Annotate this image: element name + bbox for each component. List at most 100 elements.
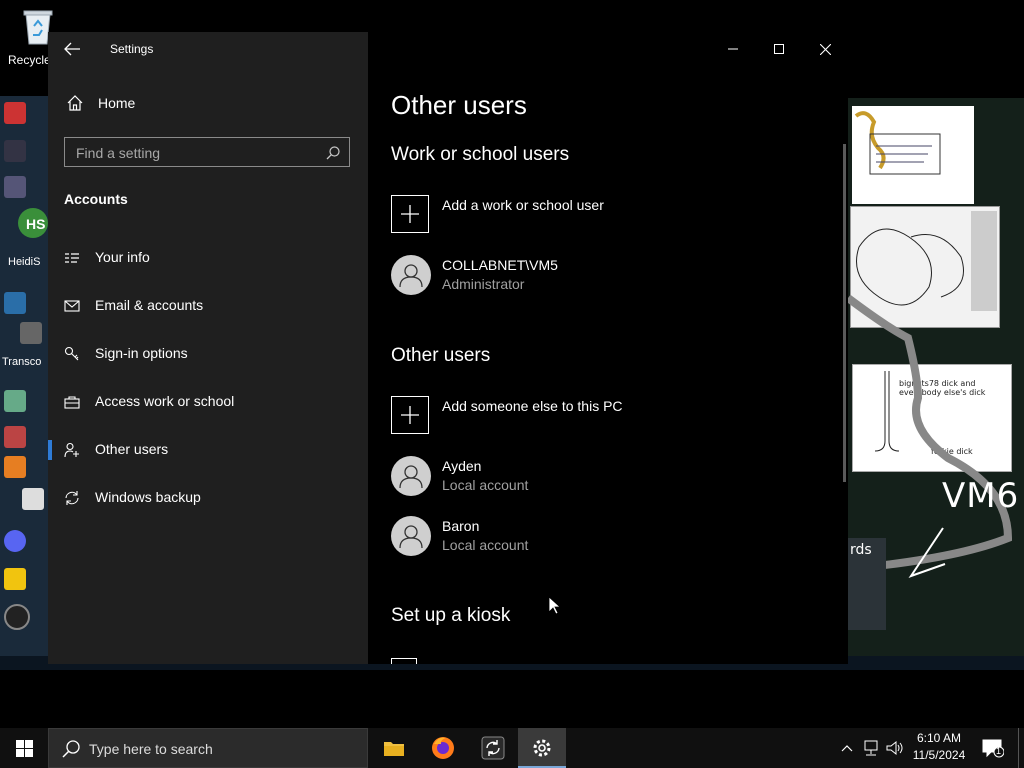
title-bar: Settings bbox=[48, 32, 368, 66]
sync-app-button[interactable] bbox=[469, 728, 517, 768]
clock-date: 11/5/2024 bbox=[912, 748, 966, 762]
person-icon bbox=[399, 525, 423, 549]
user-avatar bbox=[391, 255, 431, 295]
add-someone-label: Add someone else to this PC bbox=[442, 398, 623, 414]
nested-vm-desktop-left: HS HeidiS Transco bbox=[0, 96, 48, 668]
person-icon bbox=[399, 465, 423, 489]
user-avatar bbox=[391, 516, 431, 556]
add-box bbox=[391, 396, 429, 434]
accounts-nav: Your info Email & accounts Sign-in optio… bbox=[48, 234, 368, 522]
app-icon bbox=[4, 456, 26, 478]
search-icon bbox=[62, 740, 80, 758]
network-button[interactable] bbox=[860, 728, 882, 768]
contact-card-icon bbox=[65, 253, 79, 263]
settings-sidebar: Settings Home Find a setting Accounts Yo… bbox=[48, 32, 368, 664]
nav-sign-in-options[interactable]: Sign-in options bbox=[48, 330, 368, 378]
nav-email-accounts[interactable]: Email & accounts bbox=[48, 282, 368, 330]
windows-logo-icon bbox=[15, 739, 33, 757]
taskbar-clock[interactable]: 6:10 AM 11/5/2024 bbox=[904, 730, 974, 764]
taskbar-search-box[interactable]: Type here to search bbox=[48, 728, 368, 768]
close-button[interactable] bbox=[802, 32, 848, 66]
user-name: Baron bbox=[442, 518, 480, 534]
nav-label: Windows backup bbox=[95, 489, 201, 505]
nav-label: Sign-in options bbox=[95, 345, 188, 361]
vm-label: HeidiS bbox=[8, 256, 41, 268]
user-name: Ayden bbox=[442, 458, 482, 474]
mail-icon bbox=[64, 300, 80, 312]
briefcase-icon bbox=[64, 396, 80, 409]
home-icon bbox=[67, 95, 83, 111]
user-avatar bbox=[391, 456, 431, 496]
sync-icon bbox=[65, 491, 79, 505]
firefox-button[interactable] bbox=[419, 728, 467, 768]
app-icon bbox=[20, 322, 42, 344]
user-role: Local account bbox=[442, 537, 529, 553]
window-title: Settings bbox=[110, 42, 154, 56]
app-icon bbox=[4, 426, 26, 448]
mouse-cursor-icon bbox=[548, 596, 562, 615]
taskbar: Type here to search 6:10 AM 11/5/2024 1 bbox=[0, 728, 1024, 768]
tray-chevron-button[interactable] bbox=[838, 728, 856, 768]
nav-other-users[interactable]: Other users bbox=[48, 426, 368, 474]
user-row[interactable]: COLLABNET\VM5 Administrator bbox=[391, 255, 831, 299]
nav-access-work-school[interactable]: Access work or school bbox=[48, 378, 368, 426]
vm-label: HS bbox=[26, 216, 46, 232]
app-icon bbox=[4, 140, 26, 162]
file-explorer-icon bbox=[384, 742, 404, 756]
search-placeholder: Find a setting bbox=[76, 145, 161, 161]
nav-label: Email & accounts bbox=[95, 297, 204, 313]
page-title: Other users bbox=[391, 90, 527, 120]
firefox-icon bbox=[432, 737, 454, 759]
settings-taskbar-button[interactable] bbox=[518, 728, 566, 768]
app-icon bbox=[4, 102, 26, 124]
app-icon bbox=[4, 292, 26, 314]
plus-icon bbox=[401, 406, 419, 424]
search-icon[interactable] bbox=[325, 145, 341, 161]
sync-app-icon bbox=[481, 736, 505, 760]
other-users-heading: Other users bbox=[391, 345, 491, 366]
settings-window: Settings Home Find a setting Accounts Yo… bbox=[48, 32, 848, 664]
plus-icon bbox=[401, 205, 419, 223]
section-heading: Accounts bbox=[64, 191, 128, 207]
action-center-button[interactable]: 1 bbox=[976, 728, 1010, 768]
home-nav-item[interactable]: Home bbox=[66, 94, 135, 112]
start-button[interactable] bbox=[0, 728, 48, 768]
nav-your-info[interactable]: Your info bbox=[48, 234, 368, 282]
kiosk-box bbox=[391, 658, 417, 664]
maximize-button[interactable] bbox=[756, 32, 802, 66]
app-icon bbox=[4, 390, 26, 412]
kiosk-heading: Set up a kiosk bbox=[391, 605, 511, 626]
settings-content: Other users Work or school users Add a w… bbox=[368, 32, 848, 664]
nav-windows-backup[interactable]: Windows backup bbox=[48, 474, 368, 522]
user-role: Local account bbox=[442, 477, 529, 493]
volume-button[interactable] bbox=[884, 728, 906, 768]
kiosk-row[interactable] bbox=[391, 658, 831, 664]
vm-label: Transco bbox=[2, 356, 42, 368]
find-setting-input[interactable]: Find a setting bbox=[64, 137, 350, 167]
add-work-user-label: Add a work or school user bbox=[442, 197, 604, 213]
work-users-heading: Work or school users bbox=[391, 144, 570, 165]
app-icon bbox=[4, 568, 26, 590]
user-name: COLLABNET\VM5 bbox=[442, 257, 558, 273]
minimize-button[interactable] bbox=[710, 32, 756, 66]
minimize-icon bbox=[728, 48, 738, 50]
scrollbar[interactable] bbox=[843, 144, 846, 482]
person-add-icon bbox=[64, 442, 79, 458]
network-icon bbox=[864, 740, 878, 756]
nav-label: Access work or school bbox=[95, 393, 235, 409]
app-icon bbox=[4, 604, 30, 630]
add-someone-else-button[interactable]: Add someone else to this PC bbox=[391, 396, 831, 440]
show-desktop-button[interactable] bbox=[1018, 728, 1024, 768]
maximize-icon bbox=[774, 44, 784, 54]
user-row[interactable]: Ayden Local account bbox=[391, 456, 831, 500]
add-work-user-button[interactable]: Add a work or school user bbox=[391, 195, 831, 239]
window-controls bbox=[710, 32, 848, 66]
user-row[interactable]: Baron Local account bbox=[391, 516, 831, 560]
app-icon bbox=[22, 488, 44, 510]
file-explorer-button[interactable] bbox=[370, 728, 418, 768]
back-arrow-icon[interactable] bbox=[62, 40, 82, 58]
vm6-label: VM6 bbox=[942, 476, 1020, 516]
discord-icon bbox=[4, 530, 26, 552]
nav-label: Other users bbox=[95, 441, 169, 457]
nav-label: Your info bbox=[95, 249, 150, 265]
